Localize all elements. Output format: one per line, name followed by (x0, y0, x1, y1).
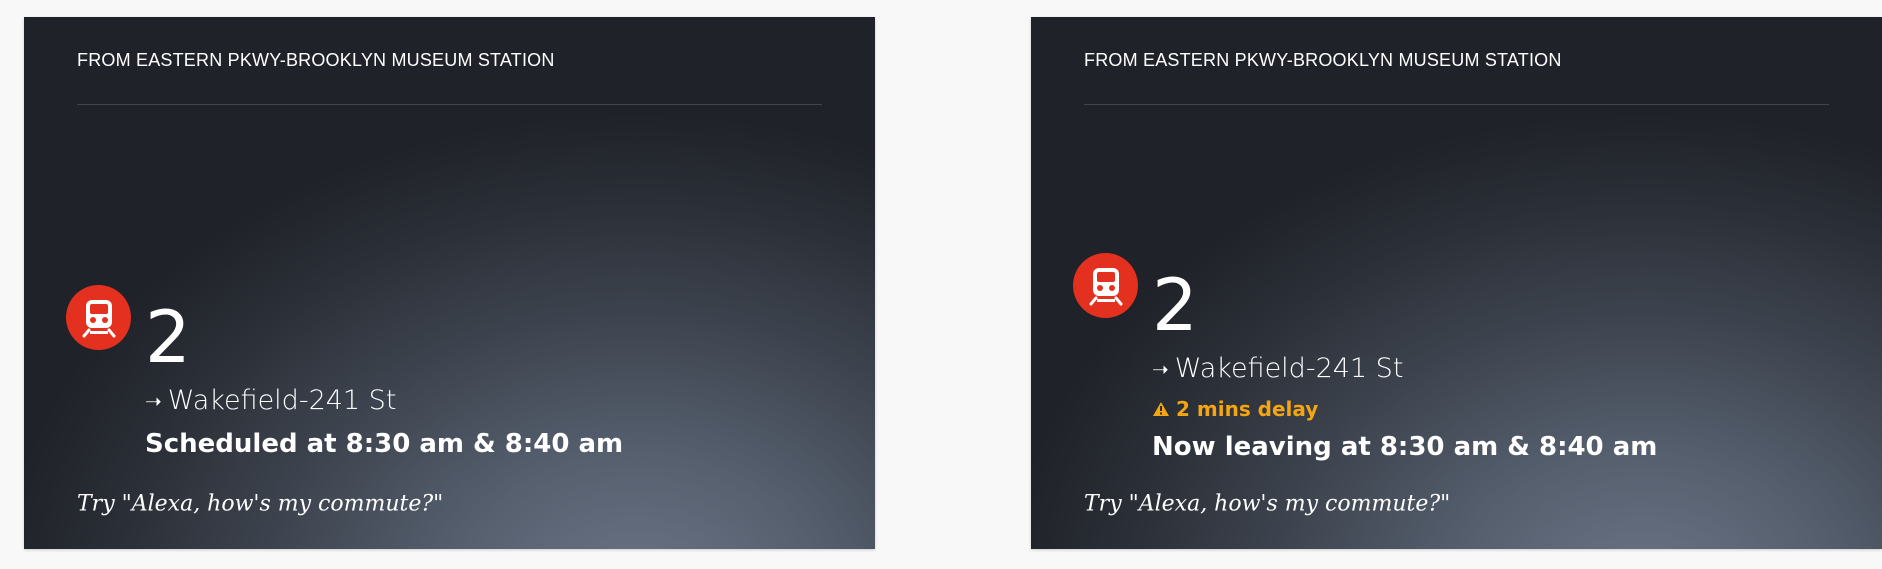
train-icon (82, 299, 115, 337)
arrow-right-icon: ➝ (1152, 356, 1169, 381)
delay-label: 2 mins delay (1176, 397, 1319, 421)
destination-label: Wakefield-241 St (1174, 353, 1404, 384)
schedule-text: Now leaving at 8:30 am & 8:40 am (1152, 432, 1658, 462)
train-icon (1089, 267, 1122, 305)
destination: ➝ Wakefield-241 St (1152, 353, 1403, 384)
voice-hint: Try "Alexa, how's my commute?" (77, 491, 444, 517)
route-number: 2 (145, 295, 191, 379)
train-badge (1073, 253, 1138, 318)
destination-label: Wakefield-241 St (167, 385, 397, 416)
voice-hint: Try "Alexa, how's my commute?" (1084, 491, 1451, 517)
route-number: 2 (1152, 263, 1198, 347)
train-badge (66, 285, 131, 350)
schedule-text: Scheduled at 8:30 am & 8:40 am (145, 429, 624, 459)
station-header: FROM EASTERN PKWY-BROOKLYN MUSEUM STATIO… (77, 50, 555, 70)
destination: ➝ Wakefield-241 St (145, 385, 396, 416)
header-divider (77, 104, 822, 105)
commute-card-scheduled: FROM EASTERN PKWY-BROOKLYN MUSEUM STATIO… (24, 17, 875, 549)
arrow-right-icon: ➝ (145, 388, 162, 413)
station-header: FROM EASTERN PKWY-BROOKLYN MUSEUM STATIO… (1084, 50, 1562, 70)
warning-icon (1153, 402, 1169, 416)
header-divider (1084, 104, 1829, 105)
commute-card-delayed: FROM EASTERN PKWY-BROOKLYN MUSEUM STATIO… (1031, 17, 1882, 549)
delay-notice: 2 mins delay (1152, 397, 1318, 421)
